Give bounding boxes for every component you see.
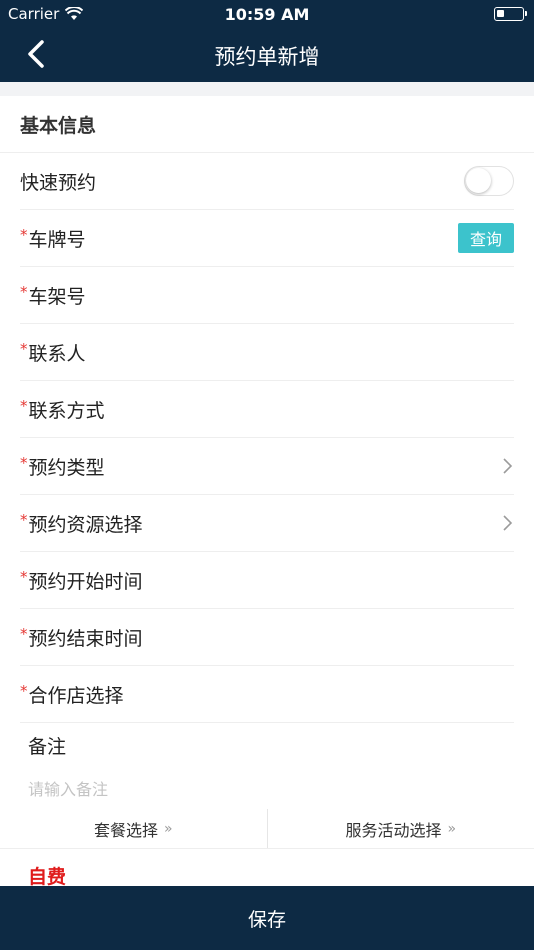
contact-label: 联系人 <box>28 342 86 365</box>
quick-booking-toggle[interactable] <box>464 166 514 196</box>
double-chevron-icon: » <box>163 820 173 837</box>
quick-booking-row: 快速预约 <box>20 153 514 210</box>
service-activity-button[interactable]: 服务活动选择 » <box>266 809 534 848</box>
options-bar: 套餐选择 » 服务活动选择 » <box>0 809 534 849</box>
note-input[interactable] <box>28 769 506 809</box>
plate-number-label: 车牌号 <box>28 228 86 251</box>
booking-resource-label: 预约资源选择 <box>28 513 143 536</box>
required-mark: * <box>20 226 28 244</box>
save-button[interactable]: 保存 <box>0 886 534 950</box>
chevron-right-icon <box>503 515 513 531</box>
partner-store-label: 合作店选择 <box>28 684 124 707</box>
package-select-label: 套餐选择 <box>93 820 158 840</box>
vin-row[interactable]: * 车架号 <box>20 267 514 324</box>
end-time-label: 预约结束时间 <box>28 627 143 650</box>
status-bar: Carrier 10:59 AM <box>0 0 534 28</box>
booking-resource-row[interactable]: * 预约资源选择 <box>20 495 514 552</box>
partner-store-row[interactable]: * 合作店选择 <box>20 666 514 723</box>
status-time: 10:59 AM <box>224 5 310 24</box>
nav-bar: 预约单新增 <box>0 28 534 82</box>
section-title: 基本信息 <box>0 96 534 153</box>
contact-row[interactable]: * 联系人 <box>20 324 514 381</box>
required-mark: * <box>20 568 28 586</box>
contact-method-label: 联系方式 <box>28 399 105 422</box>
double-chevron-icon: » <box>447 820 457 837</box>
note-label: 备注 <box>28 735 67 758</box>
vin-label: 车架号 <box>28 285 86 308</box>
plate-number-row[interactable]: * 车牌号 查询 <box>20 210 514 267</box>
quick-booking-label: 快速预约 <box>20 171 97 194</box>
package-select-button[interactable]: 套餐选择 » <box>0 809 267 848</box>
required-mark: * <box>20 283 28 301</box>
battery-icon <box>494 7 527 21</box>
page-title: 预约单新增 <box>214 45 320 69</box>
form-card: 基本信息 快速预约 * 车牌号 查询 * 车架号 * 联系人 * 联系方式 * … <box>0 96 534 888</box>
top-spacer <box>0 82 534 96</box>
required-mark: * <box>20 397 28 415</box>
required-mark: * <box>20 340 28 358</box>
start-time-row[interactable]: * 预约开始时间 <box>20 552 514 609</box>
top-bar: Carrier 10:59 AM 预约单新增 <box>0 0 534 82</box>
chevron-right-icon <box>503 458 513 474</box>
required-mark: * <box>20 625 28 643</box>
required-mark: * <box>20 454 28 472</box>
query-button[interactable]: 查询 <box>457 223 514 253</box>
end-time-row[interactable]: * 预约结束时间 <box>20 609 514 666</box>
required-mark: * <box>20 682 28 700</box>
start-time-label: 预约开始时间 <box>28 570 143 593</box>
contact-method-row[interactable]: * 联系方式 <box>20 381 514 438</box>
service-activity-label: 服务活动选择 <box>345 820 442 840</box>
booking-type-label: 预约类型 <box>28 456 105 479</box>
required-mark: * <box>20 511 28 529</box>
booking-type-row[interactable]: * 预约类型 <box>20 438 514 495</box>
